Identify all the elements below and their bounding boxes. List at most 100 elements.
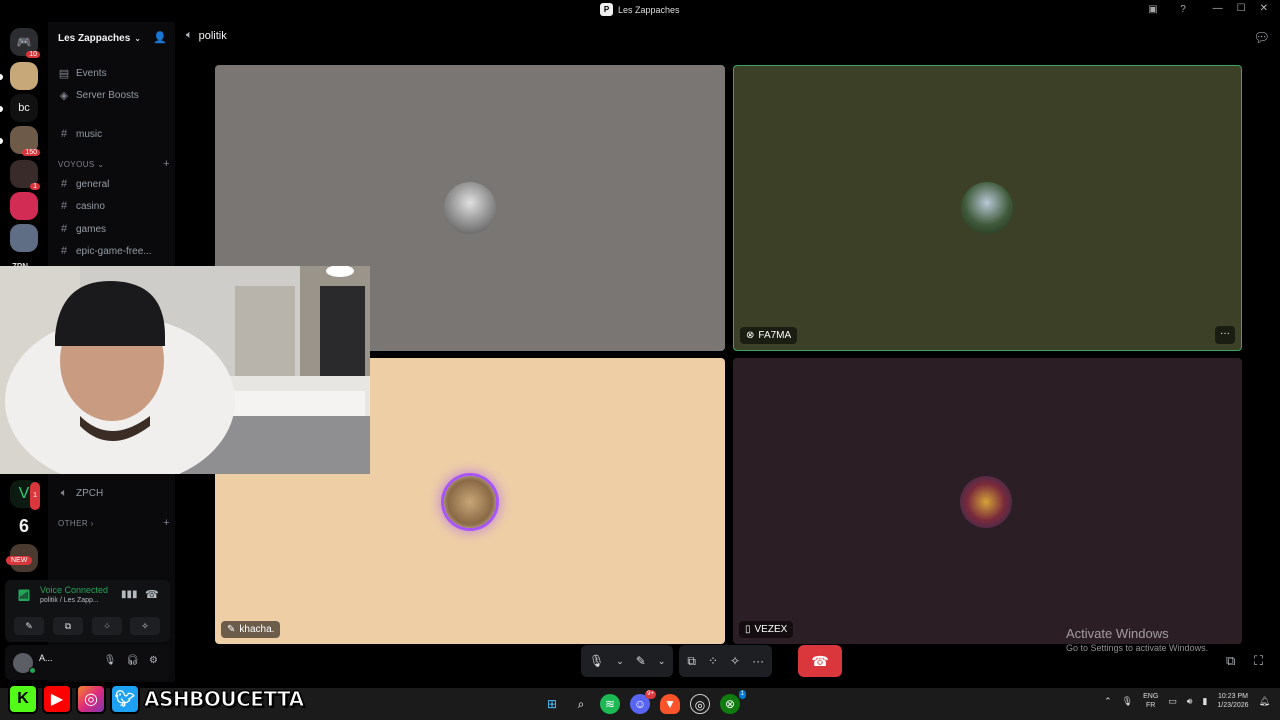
- add-channel-icon[interactable]: +: [163, 158, 170, 170]
- window-title-text: Les Zappaches: [618, 4, 680, 15]
- server-icon-v[interactable]: V 1: [10, 480, 40, 510]
- battery-icon[interactable]: ▮: [1202, 696, 1207, 707]
- soundboard-icon: ✧: [141, 621, 149, 631]
- close-button[interactable]: ✕: [1260, 3, 1268, 14]
- settings-gear-icon[interactable]: ⚙: [149, 655, 158, 666]
- server-icon-7[interactable]: [10, 224, 38, 252]
- activities-button[interactable]: ⁘: [92, 617, 122, 635]
- discord-app[interactable]: ☺ 9+: [630, 690, 656, 714]
- sidebar-item-server-boosts[interactable]: ◈ Server Boosts: [58, 86, 170, 104]
- channel-label: epic-game-free...: [76, 245, 152, 257]
- participant-tile-2[interactable]: ⊗ FA7MA ···: [733, 65, 1242, 351]
- username[interactable]: A...: [39, 653, 53, 663]
- channel-epic-game-free[interactable]: # epic-game-free...: [58, 242, 170, 260]
- direct-messages-button[interactable]: 🎮 10: [10, 28, 40, 58]
- microphone-icon[interactable]: 🎙︎: [589, 654, 604, 668]
- channel-casino[interactable]: # casino: [58, 197, 170, 215]
- unread-indicator: [0, 106, 3, 112]
- avatar: [960, 476, 1012, 528]
- chevron-down-icon[interactable]: ⌄: [616, 656, 624, 667]
- camera-off-icon[interactable]: ✎: [636, 654, 646, 668]
- discord-taskbar-badge: 9+: [645, 690, 656, 699]
- participant-tile-4[interactable]: ▯ VEZEX: [733, 358, 1242, 644]
- inbox-icon[interactable]: ▣: [1146, 3, 1160, 17]
- voice-status[interactable]: Voice Connected: [40, 585, 112, 595]
- activities-icon[interactable]: ⁘: [708, 654, 718, 668]
- volume-icon[interactable]: 🔊︎: [1187, 696, 1193, 707]
- server-header[interactable]: Les Zappaches ⌄ 👤: [48, 22, 175, 54]
- windows-logo-icon: ⊞: [546, 697, 558, 711]
- window-title: P Les Zappaches: [600, 3, 680, 16]
- language-indicator[interactable]: ENG FR: [1143, 692, 1158, 710]
- popout-icon[interactable]: ⧉: [1226, 653, 1235, 669]
- category-label: VOYOUS: [58, 160, 95, 169]
- server-icon-6[interactable]: [10, 192, 38, 220]
- network-icon[interactable]: ▭: [1168, 696, 1177, 707]
- microphone-icon[interactable]: 🎙︎: [104, 655, 117, 666]
- chevron-down-icon[interactable]: ⌄: [658, 656, 666, 667]
- soundboard-wave-icon[interactable]: ▮▮▮: [121, 589, 138, 600]
- add-channel-icon[interactable]: +: [163, 517, 170, 529]
- hash-icon: #: [60, 178, 68, 190]
- participant-name: FA7MA: [758, 330, 792, 341]
- category-other[interactable]: OTHER › +: [58, 517, 170, 529]
- chevron-up-icon[interactable]: ⌃: [1104, 696, 1112, 707]
- kick-icon: K: [8, 684, 38, 714]
- user-panel: A... 🎙︎ 🎧︎ ⚙: [5, 645, 170, 680]
- voice-location[interactable]: politik / Les Zapp...: [40, 597, 99, 604]
- mobile-phone-icon: ▯: [745, 624, 751, 635]
- v-logo-icon: V: [18, 485, 30, 502]
- disconnect-call-button[interactable]: ☎: [798, 645, 843, 677]
- server-icon-4[interactable]: 150: [10, 126, 40, 156]
- server-icon-six[interactable]: 6: [10, 512, 38, 540]
- soundboard-button[interactable]: ✧: [130, 617, 160, 635]
- minimize-button[interactable]: —: [1213, 3, 1223, 14]
- help-icon[interactable]: ?: [1176, 3, 1190, 17]
- notification-bell-icon[interactable]: 🔔︎: [1259, 696, 1270, 707]
- language-primary: ENG: [1143, 693, 1159, 700]
- search-button[interactable]: ⌕: [571, 694, 591, 714]
- obs-icon: ◎: [694, 698, 706, 712]
- category-voyous[interactable]: VOYOUS ⌄ +: [58, 158, 170, 170]
- voice-channel-zpch[interactable]: 🔈︎ ZPCH: [58, 484, 170, 502]
- clock[interactable]: 10:23 PM 1/23/2026: [1217, 692, 1248, 710]
- soundboard-icon[interactable]: ✧: [730, 654, 740, 668]
- start-button[interactable]: ⊞: [542, 694, 562, 714]
- sidebar-item-events[interactable]: ▤ Events: [58, 64, 170, 82]
- maximize-button[interactable]: ☐: [1237, 3, 1246, 14]
- channel-games[interactable]: # games: [58, 220, 170, 238]
- streamer-social-overlay: K ▶ ◎ 🐦︎ ASHBOUCETTA: [8, 682, 305, 716]
- youtube-icon: ▶: [42, 684, 72, 714]
- app-logo-icon: P: [600, 3, 613, 16]
- channel-general[interactable]: # general: [58, 175, 170, 193]
- microphone-icon[interactable]: 🎙︎: [1122, 696, 1133, 707]
- brave-app[interactable]: ▼: [660, 694, 680, 714]
- more-options-button[interactable]: ···: [1215, 326, 1235, 344]
- spotify-app[interactable]: ≋: [600, 694, 620, 714]
- server-badge: 150: [22, 149, 40, 156]
- server-name: Les Zappaches: [58, 32, 131, 44]
- add-member-icon[interactable]: 👤: [153, 31, 167, 44]
- channel-label: music: [76, 128, 103, 140]
- speaker-icon: 🔈︎: [60, 486, 68, 499]
- signal-icon: 📶︎: [17, 590, 31, 602]
- webcam-feed-image: [0, 266, 370, 474]
- chat-bubble-icon[interactable]: 💬︎: [1253, 30, 1270, 46]
- server-icon-5[interactable]: 1: [10, 160, 40, 190]
- headphones-icon[interactable]: 🎧︎: [126, 655, 139, 666]
- speaking-avatar: [444, 476, 496, 528]
- xbox-app[interactable]: ⊗ 1: [720, 690, 746, 714]
- channel-music[interactable]: # music: [58, 125, 170, 143]
- server-icon-1[interactable]: [10, 62, 38, 90]
- more-options-icon[interactable]: ···: [752, 654, 764, 668]
- title-bar: P Les Zappaches ▣ ? — ☐ ✕: [0, 0, 1280, 22]
- disconnect-icon[interactable]: ☎: [145, 588, 159, 601]
- screen-share-button[interactable]: ⧉: [53, 617, 83, 635]
- obs-app[interactable]: ◎: [690, 694, 710, 714]
- fullscreen-icon[interactable]: ⛶: [1254, 653, 1263, 669]
- camera-toggle-button[interactable]: ✎: [14, 617, 44, 635]
- call-controls: 🎙︎ ⌄ ✎ ⌄ ⧉ ⁘ ✧ ··· ☎: [581, 645, 843, 677]
- participant-nametag: ⊗ FA7MA: [740, 327, 798, 344]
- server-icon-bc[interactable]: bc: [10, 94, 38, 122]
- screen-share-icon[interactable]: ⧉: [687, 654, 696, 669]
